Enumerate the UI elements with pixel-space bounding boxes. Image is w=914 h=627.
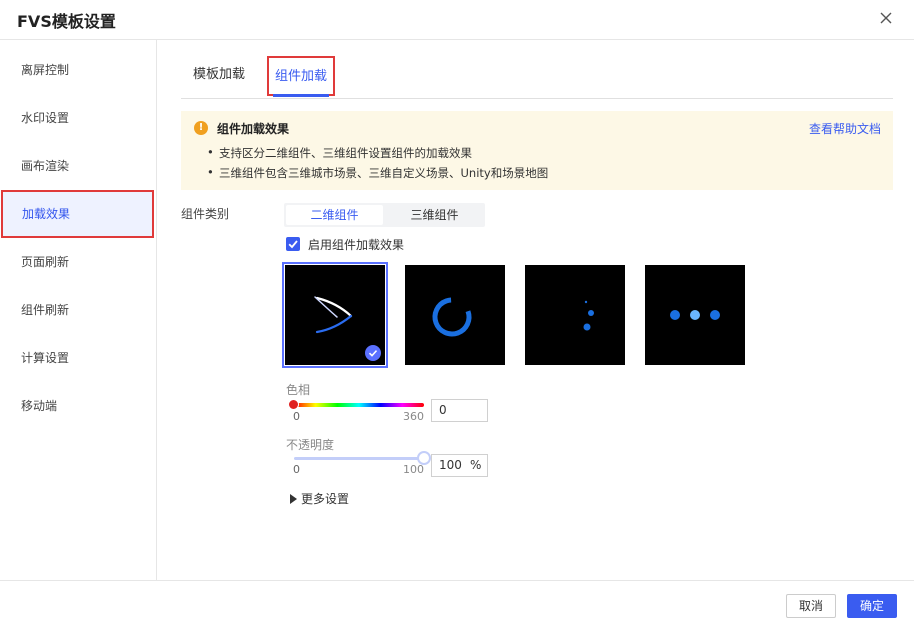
sidebar-item-mobile[interactable]: 移动端	[0, 382, 157, 430]
opacity-min-label: 0	[293, 463, 300, 476]
more-settings-toggle[interactable]: 更多设置	[290, 490, 349, 507]
hue-input[interactable]: 0	[431, 399, 488, 422]
tab-bar: 模板加载 组件加载	[181, 56, 893, 99]
close-icon[interactable]	[878, 9, 894, 27]
hue-min-label: 0	[293, 410, 300, 423]
opacity-slider-track[interactable]	[294, 457, 424, 460]
cancel-button[interactable]: 取消	[786, 594, 836, 618]
tab-template-loading[interactable]: 模板加载	[193, 56, 245, 98]
opacity-unit: %	[470, 458, 482, 472]
component-category-label: 组件类别	[181, 207, 230, 221]
three-dots-loader-icon	[670, 310, 720, 320]
notice-title: 组件加载效果	[217, 122, 290, 136]
ok-button[interactable]: 确定	[847, 594, 897, 618]
caret-right-icon	[290, 494, 297, 504]
sidebar-item-watermark[interactable]: 水印设置	[0, 94, 157, 142]
hue-slider-track[interactable]	[294, 403, 424, 407]
sidebar-item-page-refresh[interactable]: 页面刷新	[0, 238, 157, 286]
opacity-max-label: 100	[403, 463, 424, 476]
sidebar-item-component-refresh[interactable]: 组件刷新	[0, 286, 157, 334]
sidebar-item-compute-settings[interactable]: 计算设置	[0, 334, 157, 382]
ring-loader-icon	[432, 297, 472, 337]
loading-effect-option-three-dots[interactable]	[645, 265, 745, 365]
enable-loading-effect-label: 启用组件加载效果	[308, 238, 405, 252]
spinning-dots-loader-icon	[583, 300, 594, 331]
tab-component-loading[interactable]: 组件加载	[267, 56, 335, 96]
fvs-template-settings-dialog: FVS模板设置 离屏控制 水印设置 画布渲染 加载效果 页面刷新 组件刷新 计算…	[0, 0, 914, 627]
more-settings-label: 更多设置	[301, 492, 350, 506]
enable-loading-effect-checkbox[interactable]	[286, 237, 300, 251]
warning-icon: !	[194, 121, 208, 135]
selected-check-icon	[365, 345, 381, 361]
info-notice: ! 组件加载效果 查看帮助文档 支持区分二维组件、三维组件设置组件的加载效果 三…	[181, 111, 893, 190]
hue-max-label: 360	[403, 410, 424, 423]
notice-bullet: 三维组件包含三维城市场景、三维自定义场景、Unity和场景地图	[207, 165, 548, 181]
help-doc-link[interactable]: 查看帮助文档	[809, 120, 881, 137]
hue-slider-handle[interactable]	[288, 399, 299, 410]
opacity-label: 不透明度	[286, 438, 335, 452]
segment-2d-components[interactable]: 二维组件	[286, 205, 383, 225]
sidebar-item-canvas-render[interactable]: 画布渲染	[0, 142, 157, 190]
dialog-header: FVS模板设置	[0, 0, 914, 40]
sidebar-item-offscreen-control[interactable]: 离屏控制	[0, 46, 157, 94]
notice-bullet: 支持区分二维组件、三维组件设置组件的加载效果	[207, 145, 472, 161]
sidebar: 离屏控制 水印设置 画布渲染 加载效果 页面刷新 组件刷新 计算设置 移动端	[0, 40, 157, 580]
segment-3d-components[interactable]: 三维组件	[386, 205, 483, 225]
hue-label: 色相	[286, 383, 311, 397]
loading-effect-option-ring[interactable]	[405, 265, 505, 365]
loading-effect-option-dots-spin[interactable]	[525, 265, 625, 365]
loading-effect-option-swoosh[interactable]	[282, 262, 388, 368]
dialog-title: FVS模板设置	[17, 12, 116, 31]
dialog-footer: 取消 确定	[0, 580, 914, 627]
sidebar-item-loading-effect[interactable]: 加载效果	[1, 190, 154, 238]
active-tab-indicator	[273, 94, 329, 97]
component-category-switch: 二维组件 三维组件	[284, 203, 485, 227]
